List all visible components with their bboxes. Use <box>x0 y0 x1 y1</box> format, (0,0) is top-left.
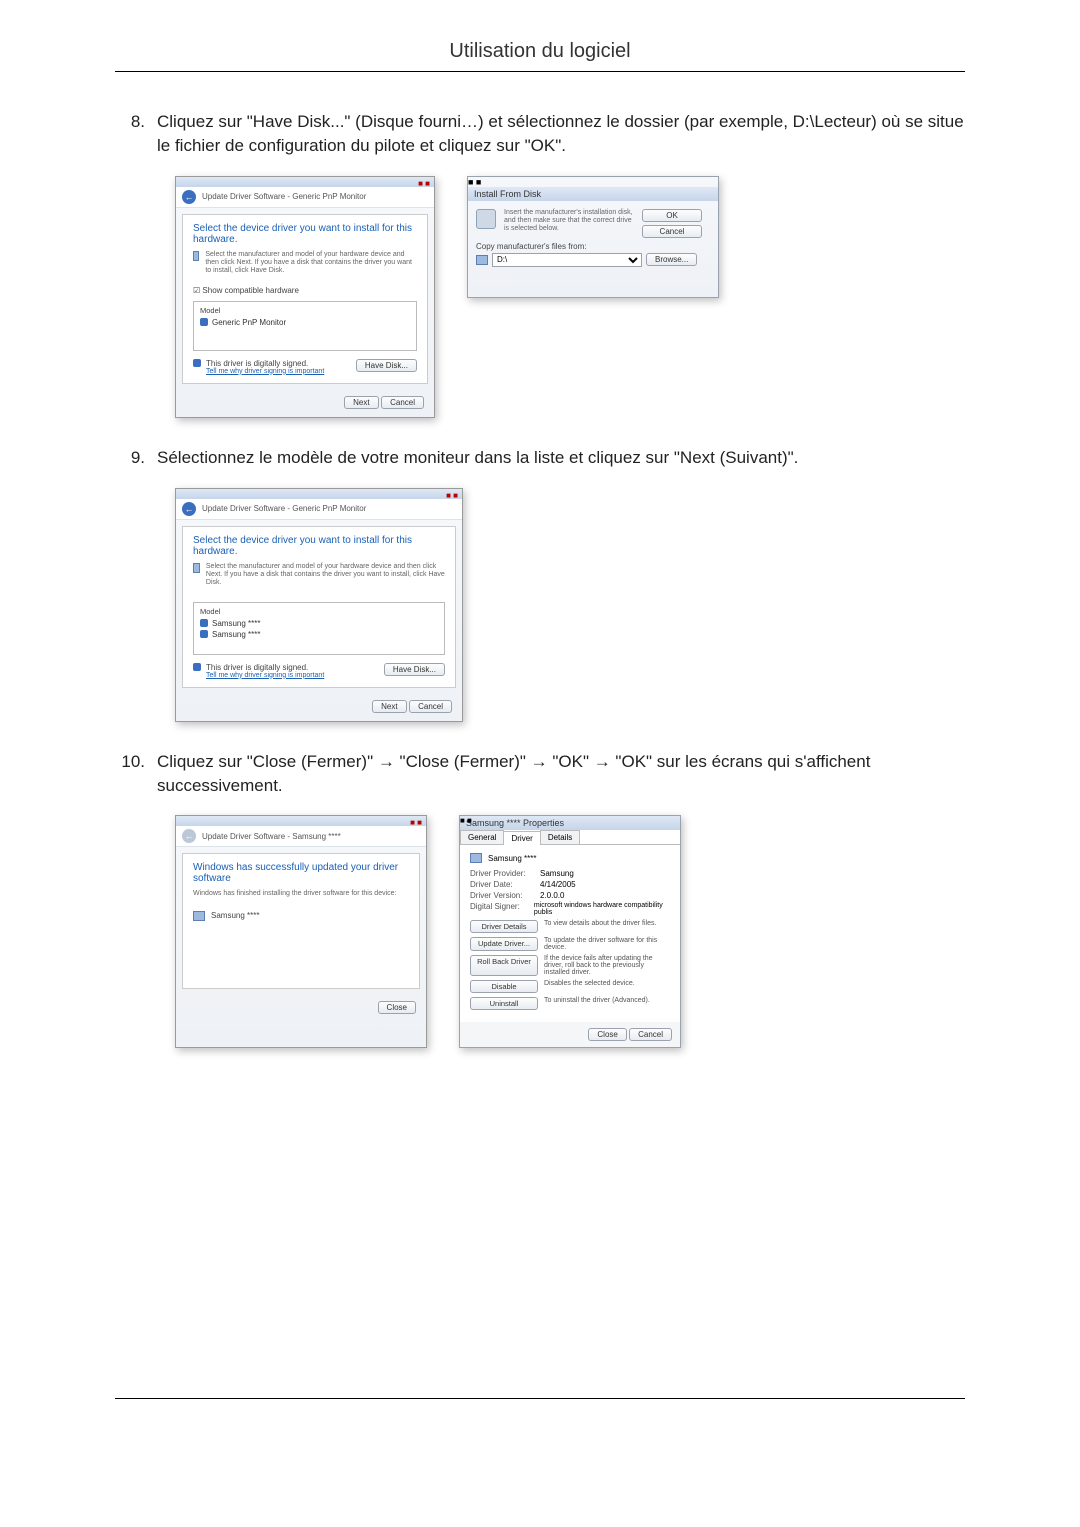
back-icon[interactable]: ← <box>182 502 196 516</box>
step9-figures: ■ ■ ← Update Driver Software - Generic P… <box>175 488 965 722</box>
back-icon: ← <box>182 829 196 843</box>
tab-general[interactable]: General <box>460 830 504 844</box>
success-heading: Windows has successfully updated your dr… <box>193 862 409 884</box>
drive-select[interactable]: D:\ <box>492 253 642 267</box>
signed-text: This driver is digitally signed. <box>206 359 324 368</box>
shield-icon <box>193 663 201 671</box>
why-link[interactable]: Tell me why driver signing is important <box>206 368 324 375</box>
version-value: 2.0.0.0 <box>540 891 564 900</box>
model-row-2: Samsung **** <box>212 630 260 639</box>
shield-icon <box>200 318 208 326</box>
back-icon[interactable]: ← <box>182 190 196 204</box>
shield-icon <box>193 359 201 367</box>
signer-key: Digital Signer: <box>470 902 534 916</box>
dialog-heading: Select the device driver you want to ins… <box>193 223 417 245</box>
monitor-icon <box>193 251 199 261</box>
properties-device: Samsung **** <box>488 854 536 863</box>
nav-text: Update Driver Software - Samsung **** <box>202 832 341 841</box>
cancel-button[interactable]: Cancel <box>381 396 424 409</box>
disk-message: Insert the manufacturer's installation d… <box>504 209 634 238</box>
footer-rule <box>115 1398 965 1399</box>
step10-figures: ■ ■ ← Update Driver Software - Samsung *… <box>175 815 965 1048</box>
disk-title: Install From Disk <box>468 187 718 201</box>
dialog-description: Select the manufacturer and model of you… <box>205 251 417 276</box>
browse-button[interactable]: Browse... <box>646 253 697 266</box>
close-icon[interactable]: ■ ■ <box>418 179 430 188</box>
date-key: Driver Date: <box>470 880 540 889</box>
drive-icon <box>476 209 496 229</box>
ok-button[interactable]: OK <box>642 209 702 222</box>
copy-from-label: Copy manufacturer's files from: <box>476 242 710 251</box>
version-key: Driver Version: <box>470 891 540 900</box>
success-device: Samsung **** <box>211 911 259 920</box>
cancel-button[interactable]: Cancel <box>642 225 702 238</box>
nav-text: Update Driver Software - Generic PnP Mon… <box>202 192 366 201</box>
have-disk-button[interactable]: Have Disk... <box>356 359 417 372</box>
signed-text: This driver is digitally signed. <box>206 663 324 672</box>
signer-value: microsoft windows hardware compatibility… <box>534 902 670 916</box>
step10-text: Cliquez sur "Close (Fermer)" → "Close (F… <box>157 750 965 798</box>
next-button[interactable]: Next <box>344 396 378 409</box>
shield-icon <box>200 630 208 638</box>
shield-icon <box>200 619 208 627</box>
close-button[interactable]: Close <box>588 1028 626 1041</box>
properties-title: Samsung **** Properties <box>460 816 680 830</box>
dialog-update-driver-2: ■ ■ ← Update Driver Software - Generic P… <box>175 488 463 722</box>
step9-text: Sélectionnez le modèle de votre moniteur… <box>157 446 965 470</box>
step9-number: 9. <box>115 446 157 470</box>
model-row: Generic PnP Monitor <box>212 318 286 327</box>
dialog-update-success: ■ ■ ← Update Driver Software - Samsung *… <box>175 815 427 1048</box>
page-title: Utilisation du logiciel <box>449 40 630 62</box>
dialog-heading: Select the device driver you want to ins… <box>193 535 445 557</box>
close-icon[interactable]: ■ ■ <box>446 491 458 500</box>
close-icon[interactable]: ■ ■ <box>410 818 422 827</box>
close-icon[interactable]: ■ ■ <box>468 177 481 187</box>
update-driver-button[interactable]: Update Driver... <box>470 937 538 951</box>
disable-button[interactable]: Disable <box>470 980 538 993</box>
tab-details[interactable]: Details <box>540 830 580 844</box>
date-value: 4/14/2005 <box>540 880 576 889</box>
model-header: Model <box>200 306 410 315</box>
model-listbox[interactable]: Model Generic PnP Monitor <box>193 301 417 351</box>
rollback-driver-desc: If the device fails after updating the d… <box>544 955 670 976</box>
drive-small-icon <box>476 255 488 265</box>
show-compatible-checkbox[interactable]: ☑ <box>193 286 200 295</box>
step8-figures: ■ ■ ← Update Driver Software - Generic P… <box>175 176 965 418</box>
model-header: Model <box>200 607 438 616</box>
monitor-icon <box>193 911 205 921</box>
dialog-description: Select the manufacturer and model of you… <box>206 563 445 588</box>
uninstall-desc: To uninstall the driver (Advanced). <box>544 997 670 1010</box>
dialog-properties: ■ ■ Samsung **** Properties General Driv… <box>459 815 681 1048</box>
dialog-install-from-disk: ■ ■ Install From Disk Insert the manufac… <box>467 176 719 298</box>
step8-text: Cliquez sur "Have Disk..." (Disque fourn… <box>157 110 965 158</box>
driver-details-desc: To view details about the driver files. <box>544 920 670 933</box>
update-driver-desc: To update the driver software for this d… <box>544 937 670 951</box>
nav-text: Update Driver Software - Generic PnP Mon… <box>202 504 366 513</box>
monitor-icon <box>470 853 482 863</box>
driver-details-button[interactable]: Driver Details <box>470 920 538 933</box>
close-icon[interactable]: ■ ■ <box>460 816 472 825</box>
model-listbox[interactable]: Model Samsung **** Samsung **** <box>193 602 445 655</box>
uninstall-button[interactable]: Uninstall <box>470 997 538 1010</box>
step8-number: 8. <box>115 110 157 158</box>
properties-tabs: General Driver Details <box>460 830 680 845</box>
model-row-1: Samsung **** <box>212 619 260 628</box>
provider-value: Samsung <box>540 869 574 878</box>
step10-number: 10. <box>115 750 157 798</box>
close-button[interactable]: Close <box>378 1001 416 1014</box>
success-sub: Windows has finished installing the driv… <box>193 890 409 898</box>
rollback-driver-button[interactable]: Roll Back Driver <box>470 955 538 976</box>
monitor-icon <box>193 563 200 573</box>
why-link[interactable]: Tell me why driver signing is important <box>206 672 324 679</box>
have-disk-button[interactable]: Have Disk... <box>384 663 445 676</box>
disable-desc: Disables the selected device. <box>544 980 670 993</box>
cancel-button[interactable]: Cancel <box>629 1028 672 1041</box>
cancel-button[interactable]: Cancel <box>409 700 452 713</box>
next-button[interactable]: Next <box>372 700 406 713</box>
page-title-wrap: Utilisation du logiciel <box>115 40 965 72</box>
provider-key: Driver Provider: <box>470 869 540 878</box>
show-compatible-label: Show compatible hardware <box>202 286 299 295</box>
tab-driver[interactable]: Driver <box>503 831 540 845</box>
dialog-update-driver-1: ■ ■ ← Update Driver Software - Generic P… <box>175 176 435 418</box>
